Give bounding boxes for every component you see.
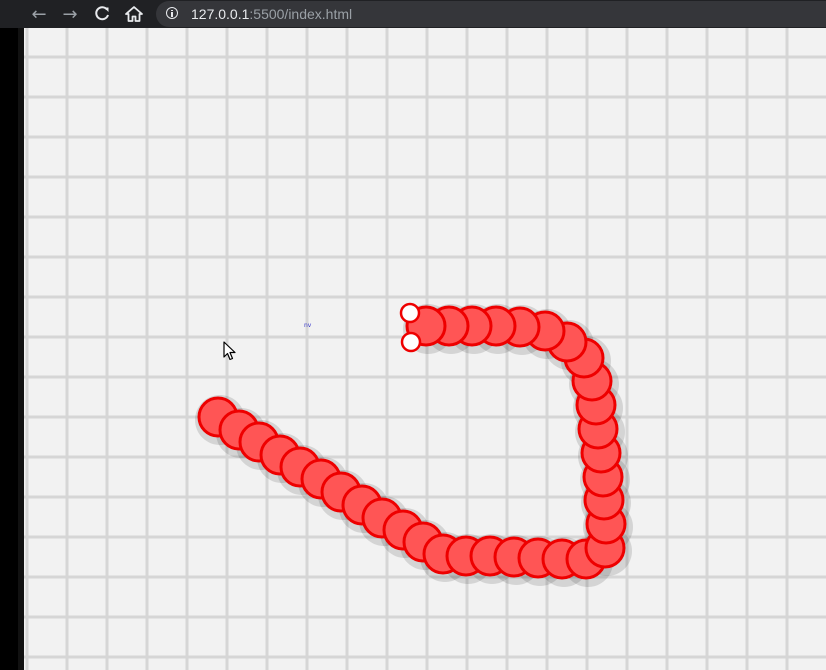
info-icon[interactable] bbox=[166, 7, 178, 19]
forward-arrow-icon[interactable]: → bbox=[58, 2, 82, 26]
reload-icon[interactable] bbox=[90, 2, 114, 26]
snake-eye bbox=[399, 302, 421, 324]
tiny-label: nv bbox=[304, 322, 312, 329]
game-canvas[interactable]: nv bbox=[24, 28, 826, 670]
snake bbox=[195, 302, 633, 587]
address-bar[interactable]: 127.0.0.1:5500/index.html bbox=[156, 1, 826, 27]
url-text: 127.0.0.1:5500/index.html bbox=[191, 6, 353, 22]
back-arrow-icon[interactable]: ← bbox=[27, 2, 51, 26]
home-icon[interactable] bbox=[122, 2, 146, 26]
mouse-cursor-icon bbox=[223, 341, 236, 361]
snake-eye bbox=[400, 331, 422, 353]
window-edge bbox=[0, 28, 18, 670]
browser-toolbar: ← → 127.0.0.1:5500/index.html bbox=[0, 0, 826, 28]
